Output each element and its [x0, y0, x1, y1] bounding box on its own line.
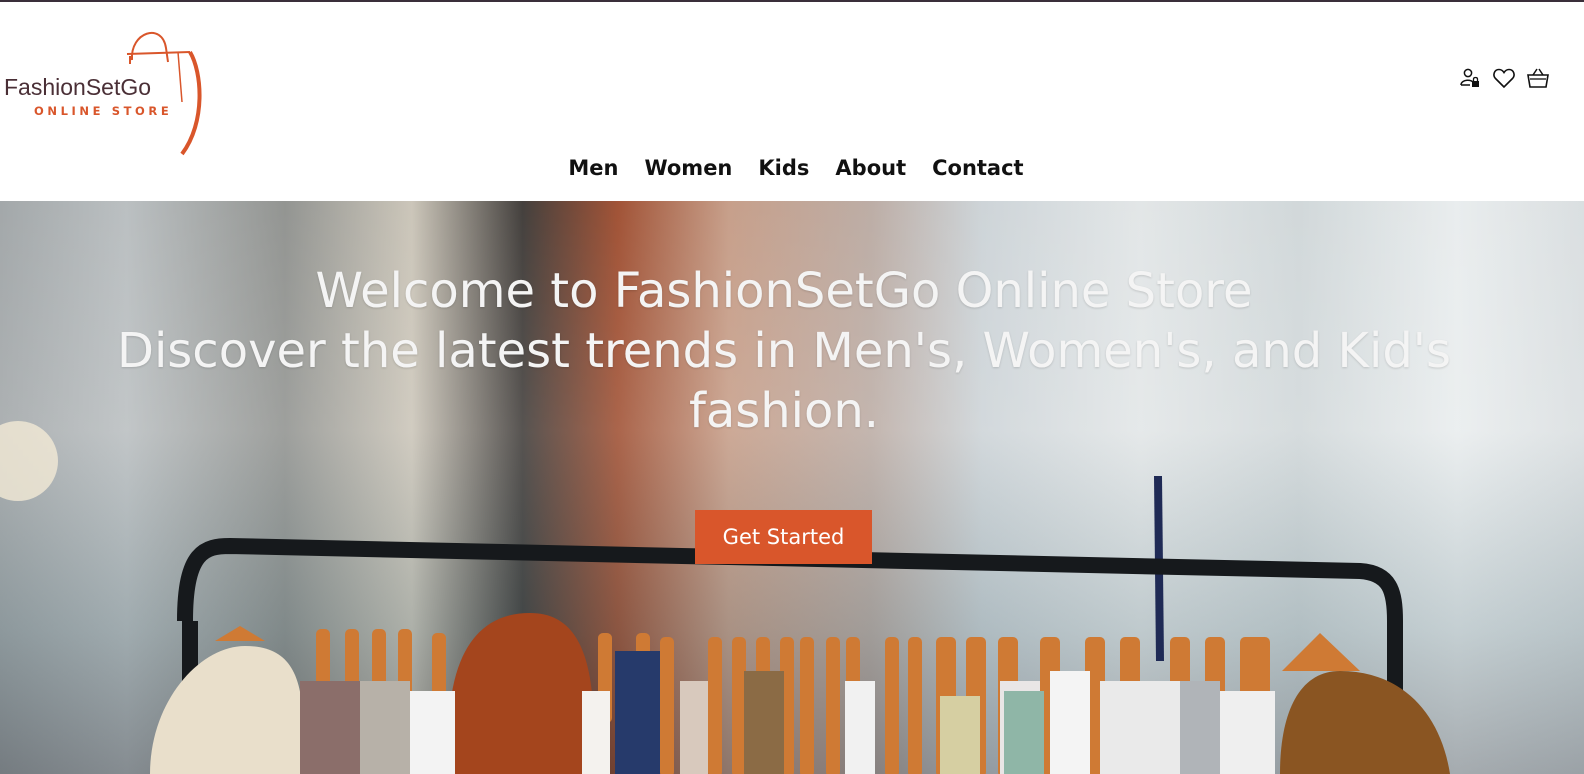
nav-item-kids[interactable]: Kids [758, 156, 809, 180]
brand-logo[interactable]: FashionSetGo ONLINE STORE [2, 22, 212, 162]
hero-subheading: Discover the latest trends in Men's, Wom… [117, 323, 1451, 379]
hero-heading: Welcome to FashionSetGo Online Store [315, 263, 1253, 319]
brand-name: FashionSetGo [4, 74, 152, 100]
brand-tagline: ONLINE STORE [34, 104, 173, 118]
nav-item-men[interactable]: Men [568, 156, 618, 180]
user-lock-icon[interactable] [1458, 66, 1482, 90]
basket-icon[interactable] [1526, 66, 1550, 90]
site-header: FashionSetGo ONLINE STORE Men Women Kids… [0, 2, 1584, 201]
nav-item-women[interactable]: Women [644, 156, 732, 180]
header-actions [1458, 66, 1550, 90]
get-started-button[interactable]: Get Started [695, 510, 872, 564]
main-nav: Men Women Kids About Contact [0, 156, 1584, 180]
heart-icon[interactable] [1492, 66, 1516, 90]
hero-banner: Welcome to FashionSetGo Online Store Dis… [0, 201, 1584, 774]
nav-item-about[interactable]: About [835, 156, 906, 180]
hero-subheading-continued: fashion. [688, 383, 880, 439]
nav-item-contact[interactable]: Contact [932, 156, 1024, 180]
